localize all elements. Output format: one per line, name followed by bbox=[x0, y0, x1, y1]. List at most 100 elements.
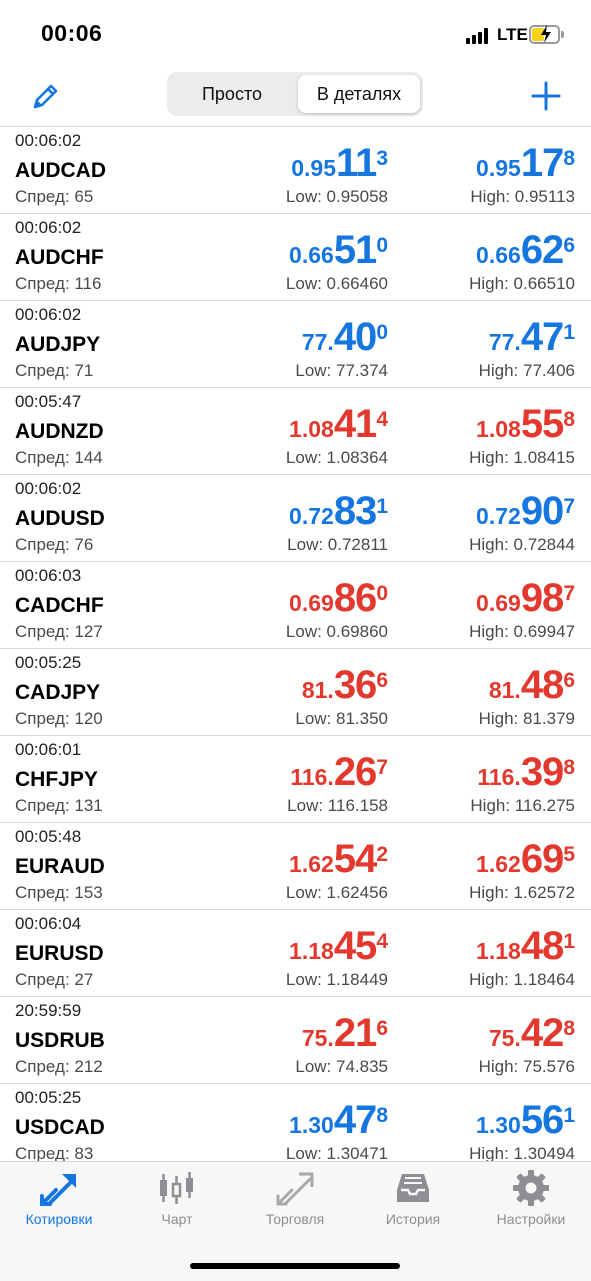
bid-price-pips: 45 bbox=[333, 924, 377, 968]
quote-high: High: 77.406 bbox=[478, 361, 575, 380]
quote-symbol: CADJPY bbox=[15, 681, 101, 704]
tab-trade[interactable]: Торговля bbox=[236, 1168, 354, 1234]
quote-row[interactable]: 00:06:02 AUDCAD Спред: 65 0.95113 0.95178 Low… bbox=[0, 127, 591, 214]
bid-price-fraction: 0 bbox=[376, 582, 388, 605]
bid-price-pips: 86 bbox=[333, 576, 377, 620]
ask-price-prefix: 77. bbox=[488, 329, 521, 355]
bid-price-pips: 36 bbox=[333, 663, 377, 707]
nav-bar: Просто В деталях bbox=[0, 70, 591, 127]
bid-price-prefix: 1.30 bbox=[289, 1112, 334, 1138]
quote-row[interactable]: 00:06:02 AUDJPY Спред: 71 77.400 77.471 Low: … bbox=[0, 301, 591, 388]
ask-price-prefix: 81. bbox=[488, 677, 521, 703]
battery-charging-icon bbox=[529, 25, 560, 44]
quote-low: Low: 0.66460 bbox=[285, 274, 388, 293]
quote-spread: Спред: 83 bbox=[15, 1144, 94, 1161]
quote-time: 00:06:02 bbox=[15, 479, 82, 498]
bid-price-pips: 83 bbox=[333, 489, 377, 533]
quote-spread: Спред: 76 bbox=[15, 535, 94, 554]
segment-detailed[interactable]: В деталях bbox=[298, 75, 420, 113]
ask-price: 1.08558 bbox=[476, 404, 575, 451]
segment-simple[interactable]: Просто bbox=[170, 75, 294, 113]
ask-price-pips: 55 bbox=[520, 402, 564, 446]
tab-label: Торговля bbox=[265, 1211, 325, 1227]
quote-row[interactable]: 00:06:02 AUDCHF Спред: 116 0.66510 0.66626 Lo… bbox=[0, 214, 591, 301]
quote-row[interactable]: 00:05:47 AUDNZD Спред: 144 1.08414 1.08558 Lo… bbox=[0, 388, 591, 475]
bid-price-fraction: 3 bbox=[376, 147, 388, 170]
quote-time: 00:06:04 bbox=[15, 914, 82, 933]
ask-price-fraction: 8 bbox=[563, 408, 575, 431]
tab-quotes[interactable]: Котировки bbox=[0, 1168, 118, 1234]
ask-price-pips: 56 bbox=[520, 1098, 564, 1142]
quote-high: High: 75.576 bbox=[478, 1057, 575, 1076]
tab-history[interactable]: История bbox=[354, 1168, 472, 1234]
quote-high: High: 1.30494 bbox=[469, 1144, 575, 1161]
bid-price-fraction: 4 bbox=[376, 930, 388, 953]
quote-spread: Спред: 131 bbox=[15, 796, 103, 815]
ask-price-prefix: 0.72 bbox=[476, 503, 521, 529]
ask-price: 0.66626 bbox=[476, 230, 575, 277]
ask-price-prefix: 75. bbox=[488, 1025, 521, 1051]
bid-price-pips: 40 bbox=[333, 315, 377, 359]
cellular-signal-icon bbox=[466, 28, 492, 44]
bid-price: 1.08414 bbox=[289, 404, 388, 451]
quote-high: High: 81.379 bbox=[478, 709, 575, 728]
quote-symbol: EURUSD bbox=[15, 942, 104, 965]
quote-spread: Спред: 127 bbox=[15, 622, 103, 641]
quote-time: 00:06:02 bbox=[15, 305, 82, 324]
add-symbol-button[interactable] bbox=[528, 78, 564, 114]
ask-price: 1.62695 bbox=[476, 839, 575, 886]
quote-low: Low: 1.30471 bbox=[285, 1144, 388, 1161]
ask-price-fraction: 6 bbox=[563, 669, 575, 692]
quotes-icon bbox=[40, 1174, 76, 1206]
quote-spread: Спред: 116 bbox=[15, 274, 102, 293]
bid-price-fraction: 0 bbox=[376, 321, 388, 344]
quote-row[interactable]: 00:06:02 AUDUSD Спред: 76 0.72831 0.72907 Low… bbox=[0, 475, 591, 562]
bid-price-fraction: 1 bbox=[376, 495, 388, 518]
quote-high: High: 1.18464 bbox=[469, 970, 575, 989]
quote-time: 20:59:59 bbox=[15, 1001, 82, 1020]
ask-price-pips: 42 bbox=[520, 1011, 564, 1055]
quote-row[interactable]: 00:06:03 CADCHF Спред: 127 0.69860 0.69987 Lo… bbox=[0, 562, 591, 649]
history-icon bbox=[397, 1174, 429, 1202]
bid-price: 75.216 bbox=[302, 1013, 388, 1060]
quote-time: 00:06:02 bbox=[15, 131, 82, 150]
quote-row[interactable]: 00:05:25 USDCAD Спред: 83 1.30478 1.30561 Low… bbox=[0, 1084, 591, 1161]
tab-settings[interactable]: Настройки bbox=[472, 1168, 590, 1234]
quote-row[interactable]: 00:06:04 EURUSD Спред: 27 1.18454 1.18481 Low… bbox=[0, 910, 591, 997]
ask-price-prefix: 0.95 bbox=[476, 155, 521, 181]
quote-symbol: CHFJPY bbox=[15, 768, 98, 791]
quote-row[interactable]: 20:59:59 USDRUB Спред: 212 75.216 75.428 Low:… bbox=[0, 997, 591, 1084]
bid-price-prefix: 77. bbox=[301, 329, 334, 355]
bid-price-fraction: 2 bbox=[376, 843, 388, 866]
ask-price-prefix: 0.66 bbox=[476, 242, 521, 268]
quote-low: Low: 0.69860 bbox=[285, 622, 388, 641]
quote-spread: Спред: 120 bbox=[15, 709, 103, 728]
bid-price: 0.72831 bbox=[289, 491, 388, 538]
bid-price-fraction: 6 bbox=[376, 1017, 388, 1040]
edit-button[interactable] bbox=[28, 78, 64, 114]
ask-price: 1.30561 bbox=[476, 1100, 575, 1147]
quotes-list: 00:06:02 AUDCAD Спред: 65 0.95113 0.95178 Low… bbox=[0, 127, 591, 1161]
ask-price-fraction: 7 bbox=[563, 582, 575, 605]
quote-spread: Спред: 65 bbox=[15, 187, 94, 206]
quote-symbol: USDRUB bbox=[15, 1029, 105, 1052]
ask-price-fraction: 5 bbox=[563, 843, 575, 866]
ask-price-pips: 47 bbox=[520, 315, 564, 359]
bid-price-prefix: 1.08 bbox=[289, 416, 334, 442]
bid-price-fraction: 6 bbox=[376, 669, 388, 692]
quote-row[interactable]: 00:05:25 CADJPY Спред: 120 81.366 81.486 Low:… bbox=[0, 649, 591, 736]
ask-price: 77.471 bbox=[488, 317, 575, 364]
bid-price-prefix: 0.66 bbox=[289, 242, 334, 268]
ask-price-prefix: 1.18 bbox=[476, 938, 521, 964]
bid-price-prefix: 116. bbox=[290, 764, 334, 790]
tab-chart[interactable]: Чарт bbox=[118, 1168, 236, 1234]
tab-label: Чарт bbox=[161, 1211, 193, 1227]
quote-row[interactable]: 00:05:48 EURAUD Спред: 153 1.62542 1.62695 Lo… bbox=[0, 823, 591, 910]
network-type: LTE bbox=[497, 25, 528, 44]
quote-row[interactable]: 00:06:01 CHFJPY Спред: 131 116.267 116.398 Lo… bbox=[0, 736, 591, 823]
tab-label: Настройки bbox=[496, 1211, 566, 1227]
quote-symbol: EURAUD bbox=[15, 855, 105, 878]
bid-price-fraction: 0 bbox=[376, 234, 388, 257]
view-mode-segmented-control: Просто В деталях bbox=[167, 72, 423, 116]
bid-price: 0.95113 bbox=[291, 143, 388, 190]
